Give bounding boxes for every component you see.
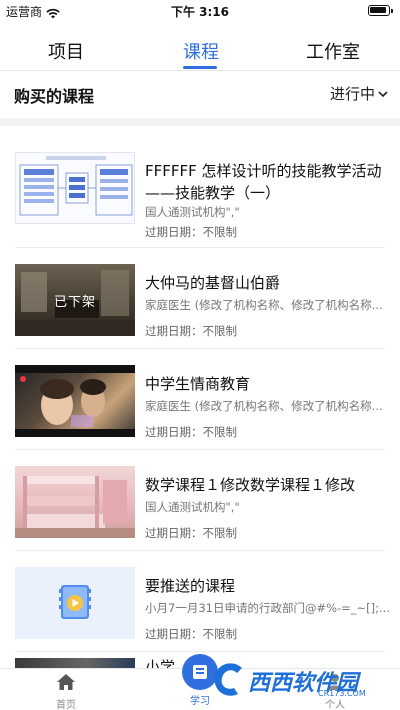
- course-provider: 国人通测试机构",": [145, 205, 240, 219]
- course-item[interactable]: 中学生情商教育 家庭医生 (修改了机构名称、修改了机构名称... 过期日期：不限…: [0, 349, 400, 450]
- home-icon: [57, 674, 75, 690]
- nav-home[interactable]: 首页: [36, 673, 96, 710]
- tab-courses[interactable]: 课程: [183, 38, 219, 64]
- course-provider: 国人通测试机构",": [145, 500, 240, 514]
- bunk-bed-image: [15, 476, 135, 538]
- course-thumbnail: [15, 365, 135, 437]
- diagram-thumbnail-icon: [19, 156, 133, 216]
- status-filter-dropdown[interactable]: 进行中: [330, 83, 388, 104]
- course-expiry: 过期日期：不限制: [145, 324, 237, 338]
- course-provider: 小月7一月31日申请的行政部门@#%-=_~[];...: [145, 601, 390, 615]
- course-item[interactable]: 已下架 大仲马的基督山伯爵 家庭医生 (修改了机构名称、修改了机构名称... 过…: [0, 248, 400, 349]
- course-expiry: 过期日期：不限制: [145, 425, 237, 439]
- battery-icon: [368, 5, 393, 16]
- status-bar: 运营商 下午 3:16: [0, 0, 400, 20]
- tabs-divider: [0, 70, 400, 71]
- chevron-down-icon: [378, 90, 388, 97]
- nav-home-label: 首页: [56, 700, 76, 710]
- active-tab-indicator: [183, 66, 217, 69]
- top-tabs: 项目 课程 工作室: [0, 28, 400, 70]
- course-thumbnail: [15, 567, 135, 639]
- course-title: 大仲马的基督山伯爵: [145, 274, 281, 292]
- video-still-image: [15, 365, 135, 437]
- video-icon: [59, 585, 91, 619]
- course-expiry: 过期日期：不限制: [145, 627, 237, 641]
- course-thumbnail: [15, 152, 135, 224]
- course-provider: 家庭医生 (修改了机构名称、修改了机构名称...: [145, 298, 383, 312]
- section-separator: [0, 118, 400, 126]
- course-title: 要推送的课程: [145, 577, 236, 595]
- tab-projects[interactable]: 项目: [48, 38, 84, 64]
- course-expiry: 过期日期：不限制: [145, 225, 237, 239]
- course-thumbnail: 已下架: [15, 264, 135, 336]
- course-thumbnail: [15, 466, 135, 538]
- course-expiry: 过期日期：不限制: [145, 526, 237, 540]
- course-item[interactable]: 要推送的课程 小月7一月31日申请的行政部门@#%-=_~[];... 过期日期…: [0, 551, 400, 652]
- course-item[interactable]: FFFFFF 怎样设计听的技能教学活动——技能教学（一） 国人通测试机构"," …: [0, 136, 400, 248]
- course-item[interactable]: 数学课程１修改数学课程１修改 国人通测试机构"," 过期日期：不限制: [0, 450, 400, 551]
- course-title: 数学课程１修改数学课程１修改: [145, 476, 356, 494]
- course-provider: 家庭医生 (修改了机构名称、修改了机构名称...: [145, 399, 383, 413]
- filter-label: 进行中: [329, 85, 375, 103]
- watermark-logo: 西西软件园 CR173.COM: [212, 660, 396, 704]
- section-title: 购买的课程: [14, 87, 95, 106]
- row-divider: [15, 651, 385, 652]
- course-title: 中学生情商教育: [145, 375, 251, 393]
- tab-studio[interactable]: 工作室: [306, 38, 360, 64]
- unlisted-badge: 已下架: [15, 264, 135, 336]
- course-title: FFFFFF 怎样设计听的技能教学活动——技能教学（一）: [145, 162, 382, 202]
- watermark-url: CR173.COM: [318, 689, 366, 698]
- status-time: 下午 3:16: [170, 5, 230, 19]
- watermark-logo-icon: [214, 663, 242, 696]
